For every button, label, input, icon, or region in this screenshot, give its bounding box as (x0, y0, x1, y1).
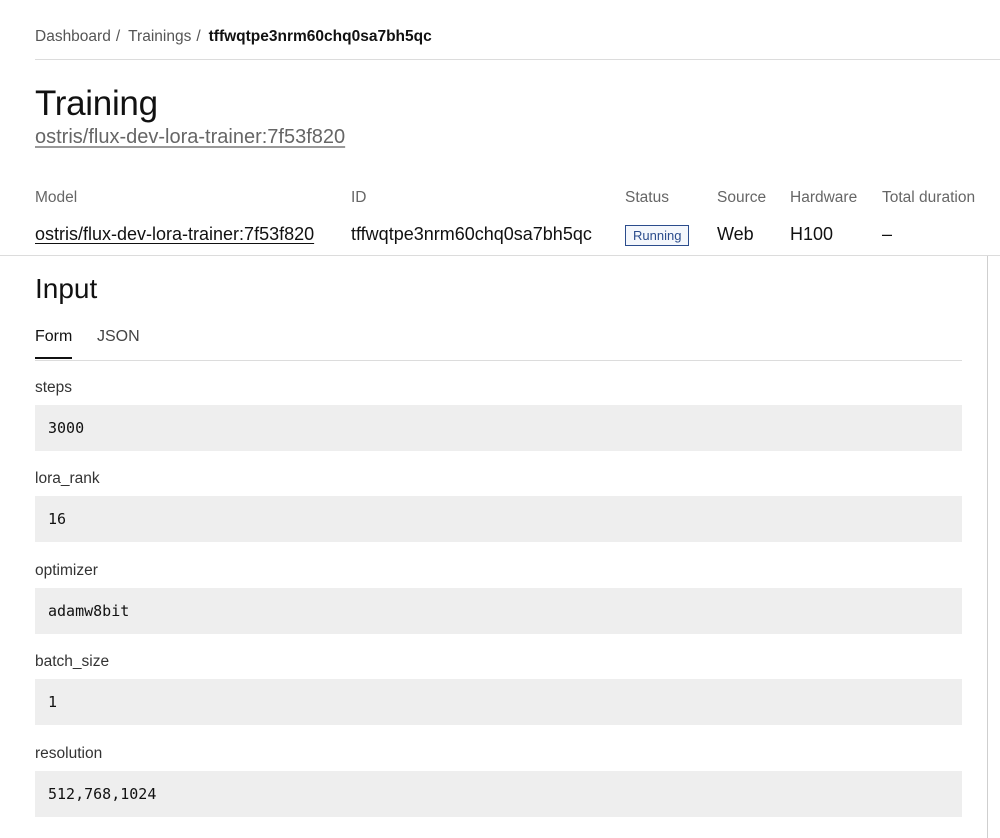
breadcrumb-separator: / (196, 28, 201, 45)
meta-model-link[interactable]: ostris/flux-dev-lora-trainer:7f53f820 (35, 224, 314, 244)
field-value-steps: 3000 (35, 405, 962, 451)
field-value-lora-rank: 16 (35, 496, 962, 542)
tab-form[interactable]: Form (35, 326, 73, 359)
meta-status-label: Status (625, 189, 669, 206)
breadcrumb-current: tffwqtpe3nrm60chq0sa7bh5qc (208, 28, 432, 45)
page-title: Training (35, 84, 158, 123)
meta-model: Model ostris/flux-dev-lora-trainer:7f53f… (35, 188, 314, 246)
field-label-lora-rank: lora_rank (35, 470, 100, 487)
breadcrumb-separator: / (115, 28, 121, 45)
field-label-optimizer: optimizer (35, 562, 98, 579)
meta-model-label: Model (35, 189, 78, 206)
meta-hardware-label: Hardware (790, 189, 858, 206)
meta-source-value: Web (717, 224, 754, 244)
tab-json[interactable]: JSON (97, 326, 140, 359)
field-value-batch-size: 1 (35, 679, 962, 725)
meta-status: Status Running (625, 188, 690, 246)
breadcrumb-dashboard-link[interactable]: Dashboard (35, 28, 111, 46)
meta-source: Source Web (717, 188, 766, 246)
meta-source-label: Source (717, 189, 767, 206)
panel-divider (987, 256, 988, 838)
meta-id: ID tffwqtpe3nrm60chq0sa7bh5qc (351, 188, 592, 246)
model-version-link[interactable]: ostris/flux-dev-lora-trainer:7f53f820 (35, 126, 345, 149)
meta-duration-label: Total duration (882, 189, 976, 206)
field-label-resolution: resolution (35, 745, 103, 762)
field-value-resolution: 512,768,1024 (35, 771, 962, 817)
meta-hardware-value: H100 (790, 224, 834, 244)
input-tabs: Form JSON (35, 326, 962, 361)
meta-id-label: ID (351, 189, 367, 206)
breadcrumb-trainings-link[interactable]: Trainings (128, 28, 191, 46)
meta-duration: Total duration – (882, 188, 975, 246)
breadcrumb: Dashboard / Trainings / tffwqtpe3nrm60ch… (35, 26, 432, 48)
training-page: Dashboard / Trainings / tffwqtpe3nrm60ch… (0, 0, 1000, 838)
field-label-steps: steps (35, 379, 73, 396)
status-badge: Running (625, 225, 690, 246)
input-section-title: Input (35, 273, 98, 304)
header-divider (35, 59, 1000, 60)
meta-id-value: tffwqtpe3nrm60chq0sa7bh5qc (351, 224, 592, 244)
field-value-optimizer: adamw8bit (35, 588, 962, 634)
meta-duration-value: – (882, 224, 893, 244)
meta-hardware: Hardware H100 (790, 188, 857, 246)
meta-divider (0, 255, 1000, 256)
field-label-batch-size: batch_size (35, 653, 110, 670)
